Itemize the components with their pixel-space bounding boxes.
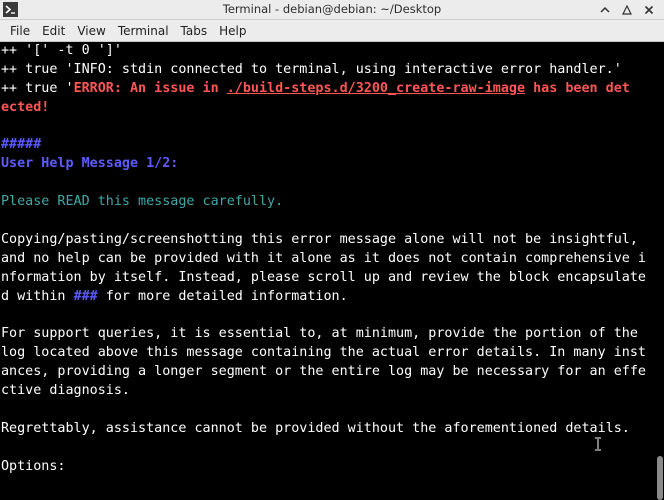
- close-icon[interactable]: [641, 2, 657, 18]
- error-text: ERROR: An issue in: [73, 80, 227, 96]
- menu-bar: File Edit View Terminal Tabs Help: [0, 20, 664, 42]
- terminal-line: log located above this message containin…: [1, 345, 646, 361]
- error-file-link[interactable]: ./build-steps.d/3200_create-raw-image: [227, 81, 525, 96]
- options-label: Options:: [1, 458, 66, 474]
- terminal-line: Copying/pasting/screenshotting this erro…: [1, 231, 638, 247]
- line-text: for more detailed information.: [97, 288, 348, 304]
- terminal-line: ++ true 'ERROR: An issue in ./build-step…: [1, 80, 656, 99]
- terminal-line: d within ### for more detailed informati…: [1, 288, 656, 307]
- terminal-line: nformation by itself. Instead, please sc…: [1, 269, 646, 285]
- chevron-up-icon[interactable]: [597, 2, 613, 18]
- read-carefully-notice: Please READ this message carefully.: [1, 194, 284, 210]
- hash-marker: ###: [73, 288, 98, 304]
- window-title: Terminal - debian@debian: ~/Desktop: [222, 2, 442, 16]
- maximize-icon[interactable]: [619, 2, 635, 18]
- line-prefix: ++ true ': [1, 80, 74, 96]
- terminal-line: For support queries, it is essential to,…: [1, 326, 638, 342]
- terminal-line: ances, providing a longer segment or the…: [1, 364, 646, 380]
- menu-view[interactable]: View: [71, 20, 111, 42]
- terminal-line: Regrettably, assistance cannot be provid…: [1, 420, 630, 436]
- title-bar: Terminal - debian@debian: ~/Desktop: [0, 0, 664, 20]
- scrollbar-thumb[interactable]: [657, 456, 663, 500]
- error-text: ected!: [1, 99, 50, 115]
- line-text: d within: [1, 288, 74, 304]
- menu-tabs[interactable]: Tabs: [175, 20, 214, 42]
- menu-help[interactable]: Help: [213, 20, 252, 42]
- terminal-line: and no help can be provided with it alon…: [1, 250, 646, 266]
- menu-edit[interactable]: Edit: [36, 20, 71, 42]
- menu-terminal[interactable]: Terminal: [112, 20, 175, 42]
- error-text: has been det: [525, 80, 630, 96]
- terminal-line: ctive diagnosis.: [1, 383, 130, 399]
- menu-file[interactable]: File: [4, 20, 36, 42]
- help-message-heading: User Help Message 1/2:: [1, 156, 179, 172]
- terminal-output[interactable]: ++ '[' -t 0 ']' ++ true 'INFO: stdin con…: [0, 42, 656, 500]
- scrollbar[interactable]: [656, 42, 664, 500]
- text-cursor-icon: [594, 436, 602, 451]
- terminal-line: ++ '[' -t 0 ']': [1, 43, 122, 58]
- terminal-line: ++ true 'INFO: stdin connected to termin…: [1, 61, 622, 77]
- separator-hashes: #####: [1, 137, 42, 153]
